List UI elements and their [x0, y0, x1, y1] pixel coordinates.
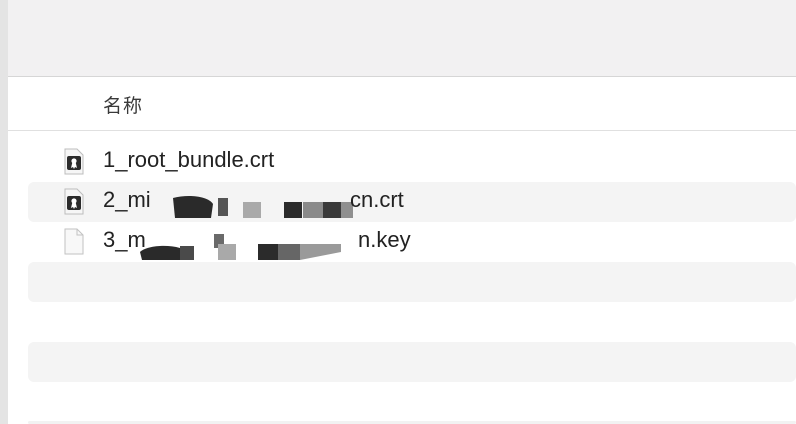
file-list: 1_root_bundle.crt 2_mi cn.crt 3_m n.key — [28, 142, 796, 382]
window-toolbar — [8, 0, 796, 77]
empty-row — [28, 262, 796, 302]
document-icon — [64, 228, 84, 255]
file-row[interactable]: 2_mi cn.crt — [28, 182, 796, 222]
empty-row — [28, 302, 796, 342]
file-name: 1_root_bundle.crt — [103, 147, 275, 172]
file-row[interactable]: 1_root_bundle.crt — [28, 142, 796, 182]
list-header: 名称 — [8, 77, 796, 131]
file-name-prefix: 2_mi — [103, 187, 151, 212]
file-name-suffix: n.key — [358, 227, 411, 252]
certificate-icon — [64, 188, 84, 215]
file-row[interactable]: 3_m n.key — [28, 222, 796, 262]
redaction-mosaic — [173, 196, 353, 218]
empty-row — [28, 342, 796, 382]
certificate-icon — [64, 148, 84, 175]
redaction-mosaic — [140, 234, 341, 260]
column-header-name[interactable]: 名称 — [103, 91, 143, 118]
file-name-suffix: cn.crt — [350, 187, 404, 212]
window-left-edge — [0, 0, 8, 424]
